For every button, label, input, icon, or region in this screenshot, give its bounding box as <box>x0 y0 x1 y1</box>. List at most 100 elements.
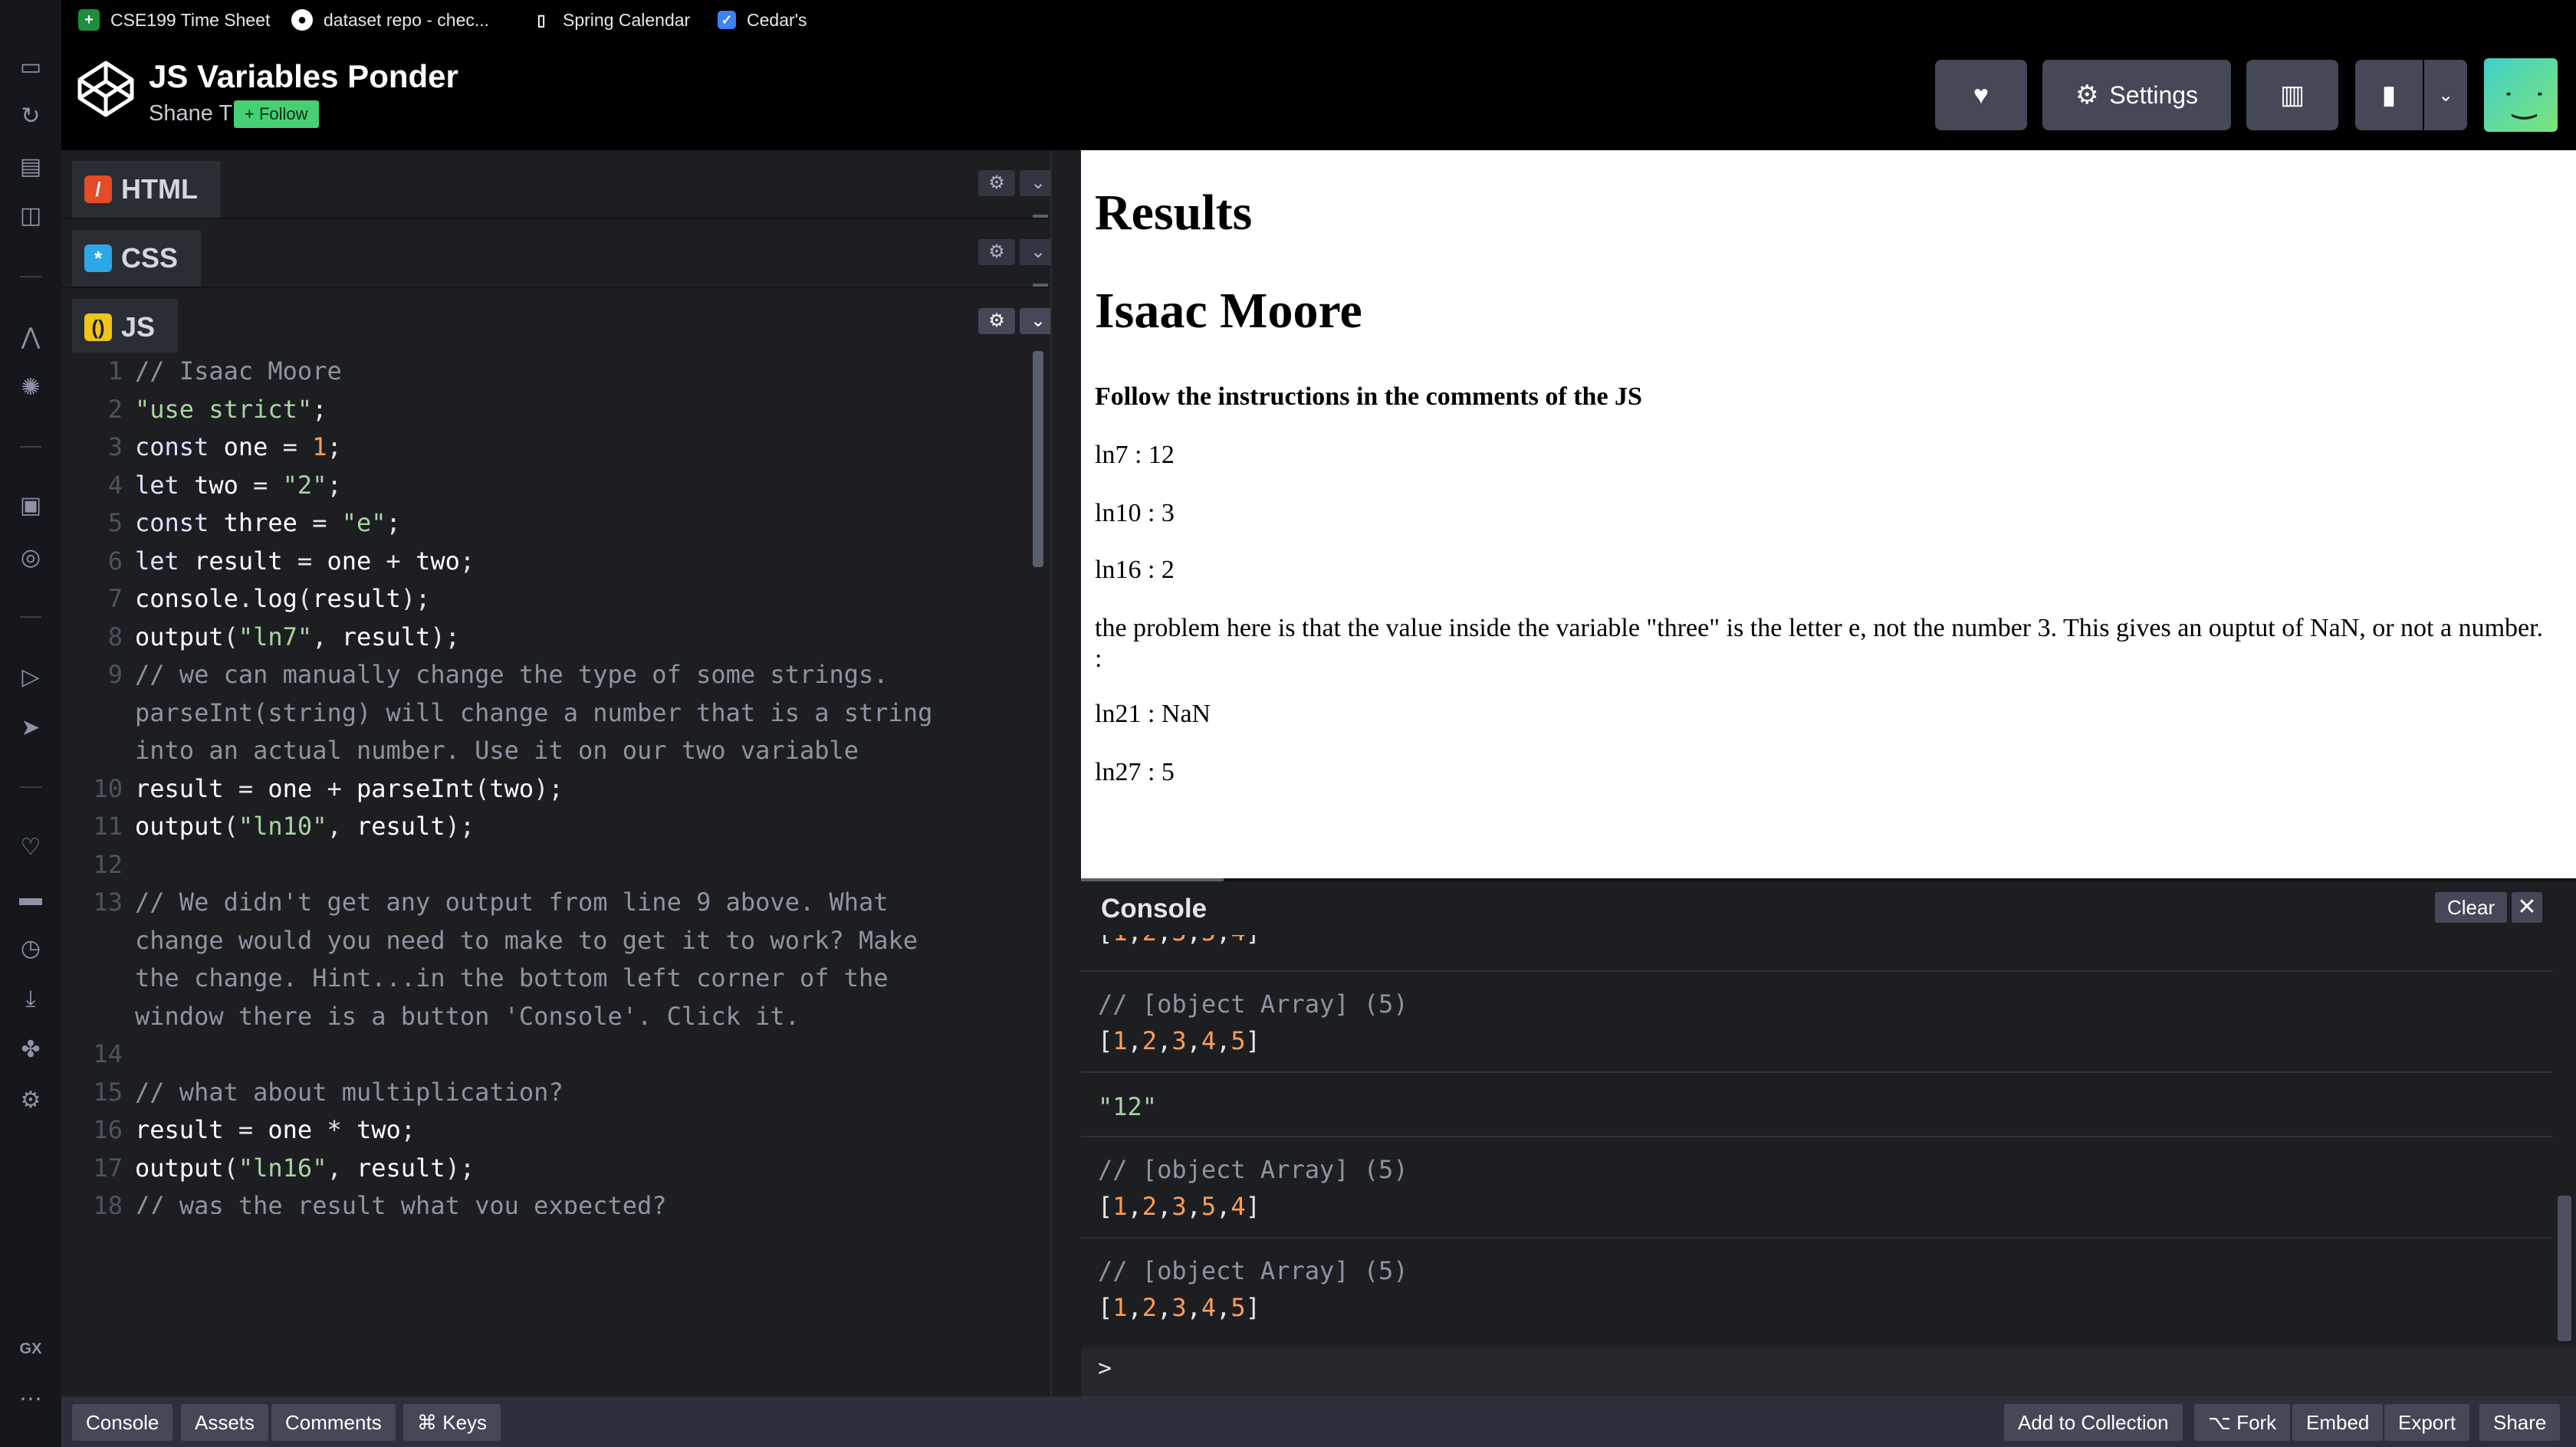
code-text: let two = "2"; <box>135 470 342 500</box>
share-button[interactable]: Share <box>2479 1404 2561 1441</box>
js-icon: () <box>84 313 112 341</box>
document-icon: ▯ <box>537 11 546 29</box>
gx-icon[interactable]: GX <box>15 1334 46 1364</box>
css-icon: * <box>84 244 112 272</box>
code-text: // Isaac Moore <box>135 356 342 386</box>
line-number: 18 <box>93 1191 123 1214</box>
embed-button[interactable]: Embed <box>2292 1404 2384 1441</box>
result-line: ln10 : 3 <box>1095 499 1175 527</box>
html-tab-label: HTML <box>121 173 198 205</box>
follow-button[interactable]: + Follow <box>234 100 319 128</box>
layout-button[interactable]: ▥ <box>2246 60 2338 130</box>
assets-button[interactable]: Assets <box>181 1404 269 1441</box>
instagram-icon[interactable]: ◎ <box>15 543 46 573</box>
line-number: 5 <box>107 508 123 537</box>
love-button[interactable]: ♥ <box>1935 60 2027 130</box>
bookmark-item[interactable]: ✓ Cedar's <box>718 5 807 35</box>
twitch-icon[interactable]: ▣ <box>15 491 46 521</box>
result-line: the problem here is that the value insid… <box>1095 614 2544 673</box>
console-entry: // [object Array] (5) [1,2,3,4,5] <box>1081 970 2553 1073</box>
gamepad-icon[interactable]: ▭ <box>15 52 46 83</box>
console-value: [1,2,3,5,4] <box>1098 1192 1260 1221</box>
bookmark-dropdown-button[interactable]: ⌄ <box>2424 60 2467 130</box>
line-number: 8 <box>107 622 123 651</box>
console-scrollbar[interactable] <box>2558 1196 2571 1341</box>
js-code-editor[interactable]: 1 // Isaac Moore 2 "use strict"; 3 const one … <box>61 353 1050 1214</box>
code-text: let result = one + two; <box>135 546 475 576</box>
settings-button[interactable]: ⚙ Settings <box>2042 60 2231 130</box>
js-tab-label: JS <box>121 311 156 343</box>
console-prompt: > <box>1098 1355 1112 1382</box>
keys-button[interactable]: ⌘ Keys <box>403 1404 501 1441</box>
chevron-down-icon: ⌄ <box>1030 241 1046 262</box>
layers-icon[interactable]: ▤ <box>15 152 46 182</box>
console-comment: // [object Array] (5) <box>1098 1155 1408 1184</box>
pen-title[interactable]: JS Variables Ponder <box>149 58 458 95</box>
chevron-down-icon: ⌄ <box>1030 310 1046 331</box>
add-to-collection-button[interactable]: Add to Collection <box>2004 1404 2183 1441</box>
line-number: 12 <box>93 849 123 879</box>
bookmark-button[interactable]: ▮ <box>2355 60 2423 130</box>
history-icon[interactable]: ↻ <box>15 101 46 132</box>
author-name[interactable]: Shane T <box>149 101 232 126</box>
line-number: 11 <box>93 812 123 841</box>
download-icon[interactable]: ⤓ <box>15 984 46 1015</box>
js-settings-button[interactable]: ⚙ <box>978 308 1015 334</box>
wallet-icon[interactable]: ▬ <box>15 883 46 914</box>
console-close-button[interactable]: ✕ <box>2512 892 2542 923</box>
puzzle-icon[interactable]: ✤ <box>15 1035 46 1065</box>
line-number: 10 <box>93 773 123 803</box>
html-settings-button[interactable]: ⚙ <box>978 170 1015 196</box>
code-text: "use strict"; <box>135 394 327 424</box>
console-partial-entry: [1,2,3,5,4] <box>1081 935 2553 966</box>
fork-button[interactable]: ⌥ Fork <box>2194 1404 2291 1441</box>
openai-icon[interactable]: ✺ <box>15 372 46 403</box>
tab-html[interactable]: / HTML <box>72 161 221 218</box>
console-entry: // [object Array] (5) [1,2,3,5,4] <box>1081 1136 2553 1239</box>
console-clear-button[interactable]: Clear <box>2435 892 2508 923</box>
bookmark-item[interactable]: ● dataset repo - chec... <box>291 5 489 35</box>
play-icon[interactable]: ▷ <box>15 662 46 693</box>
comments-button[interactable]: Comments <box>271 1404 396 1441</box>
more-icon[interactable]: ⋯ <box>15 1384 46 1415</box>
code-text: // what about multiplication? <box>135 1077 564 1107</box>
export-button[interactable]: Export <box>2384 1404 2470 1441</box>
code-text: change would you need to make to get it … <box>135 925 918 955</box>
bookmark-label: Cedar's <box>747 9 807 30</box>
console-toggle-button[interactable]: Console <box>72 1404 173 1441</box>
left-dock: ▭ ↻ ▤ ◫ ⋀ ✺ ▣ ◎ ▷ ➤ ♡ ▬ ◷ ⤓ ✤ ⚙ GX ⋯ <box>0 0 63 1447</box>
heart-icon[interactable]: ♡ <box>15 832 46 863</box>
line-number: 13 <box>93 888 123 917</box>
gear-icon: ⚙ <box>988 172 1005 193</box>
bookmark-icon: ▮ <box>2381 80 2397 110</box>
results-preview: Results Isaac Moore Follow the instructi… <box>1081 150 2576 878</box>
console-drag-handle[interactable] <box>1081 878 1224 881</box>
clock-icon[interactable]: ◷ <box>15 933 46 964</box>
result-line: ln21 : NaN <box>1095 700 1211 728</box>
bookmark-item[interactable]: + CSE199 Time Sheet <box>78 5 270 35</box>
console-value: [1,2,3,4,5] <box>1098 1293 1260 1322</box>
console-value: [1,2,3,4,5] <box>1098 1026 1260 1055</box>
css-settings-button[interactable]: ⚙ <box>978 239 1015 265</box>
layout-icon: ▥ <box>2279 80 2305 110</box>
send-icon[interactable]: ➤ <box>15 713 46 743</box>
bookmark-item[interactable]: ▯ Spring Calendar <box>531 5 690 35</box>
gear-icon[interactable]: ⚙ <box>15 1085 46 1116</box>
line-number: 6 <box>107 546 123 576</box>
code-text: output("ln10", result); <box>135 812 475 841</box>
code-text: // was the result what you expected? <box>135 1191 667 1214</box>
code-text: const one = 1; <box>135 432 342 461</box>
tab-js[interactable]: () JS <box>72 299 179 356</box>
arc-icon[interactable]: ⋀ <box>15 322 46 353</box>
markdown-icon[interactable]: ◫ <box>15 201 46 231</box>
avatar[interactable]: ˙‿˙ <box>2484 58 2558 132</box>
console-input[interactable] <box>1081 1347 2576 1396</box>
codepen-logo-icon[interactable] <box>75 58 136 120</box>
bookmark-label: dataset repo - chec... <box>324 9 490 30</box>
tab-css[interactable]: * CSS <box>72 230 202 287</box>
code-text: window there is a button 'Console'. Clic… <box>135 1001 800 1031</box>
code-text: output("ln16", result); <box>135 1153 475 1183</box>
editor-scrollbar[interactable] <box>1033 351 1043 567</box>
line-number: 3 <box>107 432 123 461</box>
heart-icon: ♥ <box>1973 80 1990 110</box>
